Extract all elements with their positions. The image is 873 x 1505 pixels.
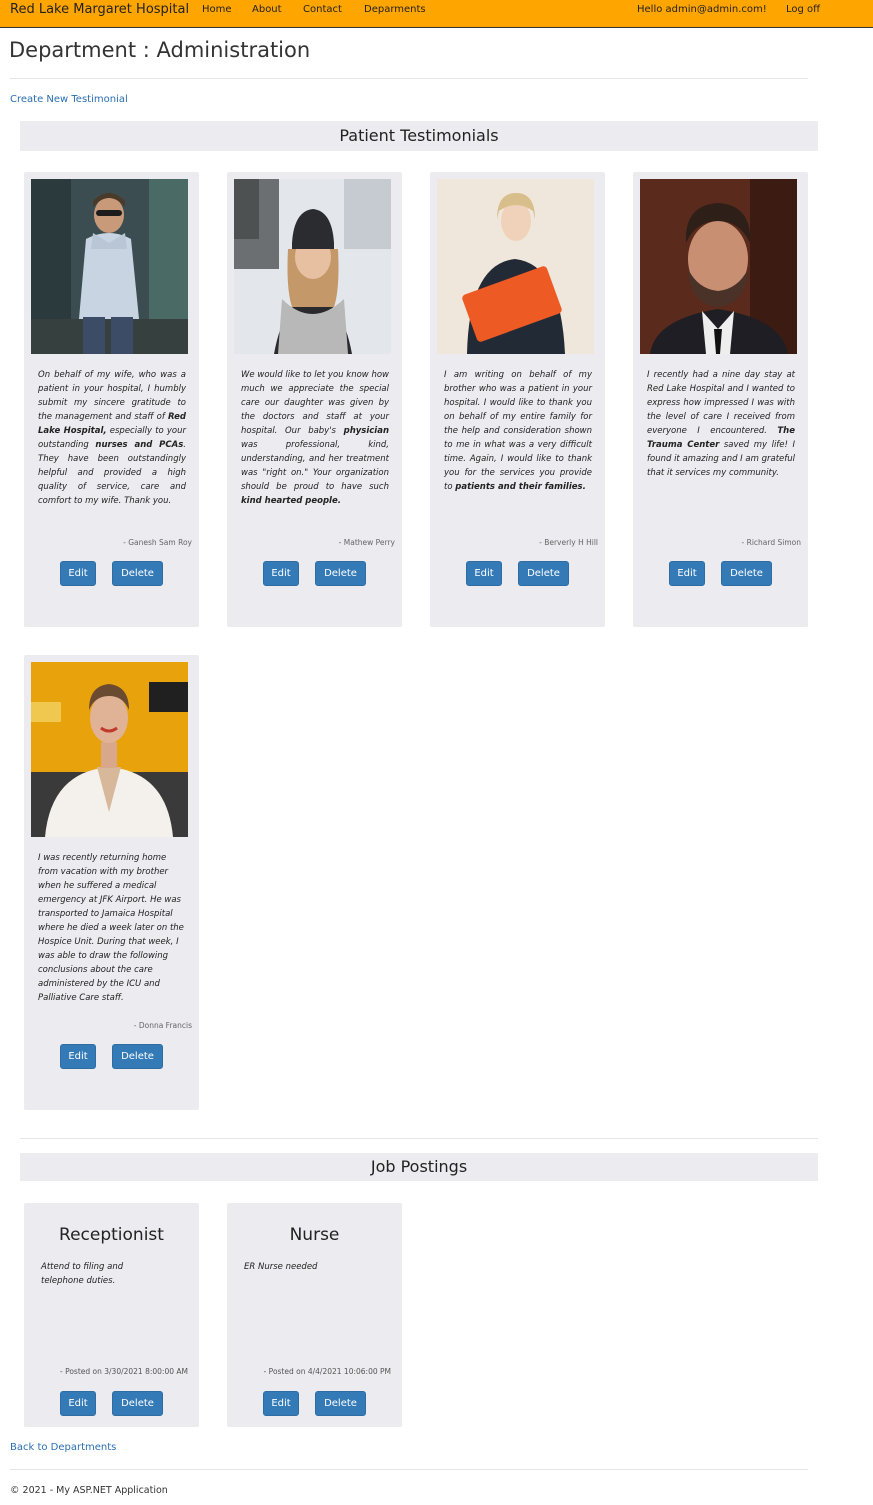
testimonial-text: On behalf of my wife, who was a patient … — [38, 370, 186, 506]
footer-divider — [10, 1469, 808, 1470]
testimonial-photo — [437, 179, 594, 354]
job-description: ER Nurse needed — [244, 1262, 318, 1272]
testimonial-author: - Berverly H Hill — [539, 538, 598, 547]
testimonial-card: I was recently returning home from vacat… — [24, 655, 199, 1110]
testimonial-author: - Richard Simon — [741, 538, 801, 547]
testimonial-author: - Mathew Perry — [338, 538, 395, 547]
edit-button[interactable]: Edit — [263, 561, 299, 586]
job-posted-date: - Posted on 4/4/2021 10:06:00 PM — [263, 1367, 391, 1376]
create-testimonial-link[interactable]: Create New Testimonial — [10, 94, 128, 105]
delete-button[interactable]: Delete — [721, 561, 772, 586]
testimonial-text: We would like to let you know how much w… — [241, 370, 389, 506]
testimonial-card: We would like to let you know how much w… — [227, 172, 402, 627]
job-card: Receptionist Attend to filing and teleph… — [24, 1203, 199, 1427]
navbar: Red Lake Margaret Hospital Home About Co… — [0, 0, 873, 28]
testimonial-text: I was recently returning home from vacat… — [38, 853, 184, 1003]
delete-button[interactable]: Delete — [112, 1391, 163, 1416]
testimonial-photo — [31, 662, 188, 837]
brand-link[interactable]: Red Lake Margaret Hospital — [10, 2, 189, 17]
testimonial-text: I recently had a nine day stay at Red La… — [647, 370, 795, 478]
footer-text: © 2021 - My ASP.NET Application — [10, 1485, 168, 1496]
nav-home-link[interactable]: Home — [202, 4, 232, 15]
edit-button[interactable]: Edit — [466, 561, 502, 586]
testimonial-photo — [31, 179, 188, 354]
title-divider — [10, 78, 808, 79]
job-card: Nurse ER Nurse needed - Posted on 4/4/20… — [227, 1203, 402, 1427]
testimonial-card: On behalf of my wife, who was a patient … — [24, 172, 199, 627]
testimonial-photo — [640, 179, 797, 354]
testimonials-header: Patient Testimonials — [20, 121, 818, 151]
section-divider — [20, 1138, 818, 1139]
page-title: Department : Administration — [9, 38, 311, 62]
nav-contact-link[interactable]: Contact — [303, 4, 342, 15]
logoff-link[interactable]: Log off — [786, 4, 820, 15]
nav-about-link[interactable]: About — [252, 4, 282, 15]
edit-button[interactable]: Edit — [60, 1044, 96, 1069]
delete-button[interactable]: Delete — [315, 1391, 366, 1416]
delete-button[interactable]: Delete — [112, 1044, 163, 1069]
job-title: Nurse — [289, 1225, 340, 1245]
testimonial-author: - Ganesh Sam Roy — [123, 538, 192, 547]
delete-button[interactable]: Delete — [315, 561, 366, 586]
testimonial-card: I recently had a nine day stay at Red La… — [633, 172, 808, 627]
job-description: Attend to filing and telephone duties. — [41, 1262, 124, 1286]
edit-button[interactable]: Edit — [60, 561, 96, 586]
edit-button[interactable]: Edit — [669, 561, 705, 586]
nav-departments-link[interactable]: Deparments — [364, 4, 426, 15]
delete-button[interactable]: Delete — [112, 561, 163, 586]
testimonial-text: I am writing on behalf of my brother who… — [444, 370, 592, 492]
edit-button[interactable]: Edit — [60, 1391, 96, 1416]
jobs-header: Job Postings — [20, 1153, 818, 1181]
edit-button[interactable]: Edit — [263, 1391, 299, 1416]
user-greeting-link[interactable]: Hello admin@admin.com! — [637, 4, 767, 15]
job-posted-date: - Posted on 3/30/2021 8:00:00 AM — [59, 1367, 188, 1376]
testimonial-card: I am writing on behalf of my brother who… — [430, 172, 605, 627]
back-to-departments-link[interactable]: Back to Departments — [10, 1442, 116, 1453]
delete-button[interactable]: Delete — [518, 561, 569, 586]
job-title: Receptionist — [59, 1225, 164, 1245]
testimonial-photo — [234, 179, 391, 354]
testimonial-author: - Donna Francis — [133, 1021, 192, 1030]
